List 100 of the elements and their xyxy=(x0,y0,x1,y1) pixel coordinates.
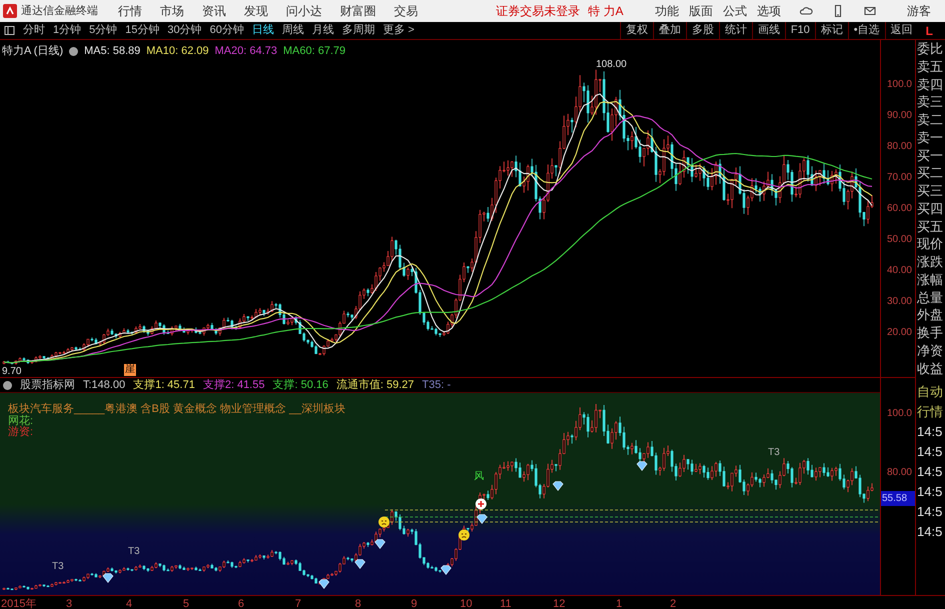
quote-label[interactable]: 总量 xyxy=(916,290,945,306)
quote-label[interactable]: 委比 xyxy=(916,41,945,57)
quote-label[interactable]: 涨跌 xyxy=(916,254,945,270)
time-label: 14:5 xyxy=(916,443,944,461)
axis-label: 5 xyxy=(183,597,190,609)
axis-label: 60.00 xyxy=(886,202,912,216)
menu-item[interactable]: 交易 xyxy=(394,2,418,20)
quote-label[interactable]: 买三 xyxy=(916,183,945,200)
period-tab[interactable]: 周线 xyxy=(278,22,308,39)
axis-label: 30.00 xyxy=(886,295,912,309)
axis-label: 6 xyxy=(238,597,244,609)
axis-label: 3 xyxy=(66,597,72,609)
ma-value: MA10: 62.09 xyxy=(146,44,209,59)
period-tab[interactable]: 月线 xyxy=(308,22,338,39)
quote-label[interactable]: 涨幅 xyxy=(916,272,945,288)
axis-label: 70.00 xyxy=(886,171,912,185)
indicator-value: 支撑1: 45.71 xyxy=(133,378,195,393)
quote-label[interactable]: 买二 xyxy=(916,165,945,182)
indicator-value: T:148.00 xyxy=(83,378,126,393)
period-tab[interactable]: 更多 > xyxy=(379,22,418,39)
quote-label[interactable]: 买五 xyxy=(916,218,945,235)
event-marker: 崖 xyxy=(124,364,136,376)
login-notice[interactable]: 证券交易未登录 xyxy=(496,2,580,20)
quote-label[interactable]: 卖五 xyxy=(916,58,945,75)
axis-label: 10 xyxy=(460,597,472,609)
corner-label: L xyxy=(926,22,933,40)
toolbar-button[interactable]: 标记 xyxy=(814,22,848,39)
chart-tag: T3 xyxy=(52,561,64,572)
side-tab[interactable]: 自动 xyxy=(916,382,945,402)
concept-text: 板块汽车服务_____粤港澳 含B股 黄金概念 物业管理概念 __深圳板块 xyxy=(8,402,346,415)
toolbar-button[interactable]: F10 xyxy=(784,22,815,39)
ma-value: MA5: 58.89 xyxy=(84,44,140,59)
ma-value: MA60: 67.79 xyxy=(283,44,346,59)
chart-tag: T3 xyxy=(768,447,780,458)
quote-label[interactable]: 卖二 xyxy=(916,112,945,128)
chart-tag: T3 xyxy=(128,546,140,557)
axis-label: 1 xyxy=(616,597,622,609)
toolbar-button[interactable]: 多股 xyxy=(686,22,719,39)
menu-item[interactable]: 资讯 xyxy=(202,2,226,20)
toolbar-button[interactable]: •自选 xyxy=(848,22,885,39)
menu-item[interactable]: 问小达 xyxy=(286,2,322,20)
indicator-value: 股票指标网 xyxy=(20,378,75,393)
axis-label: 8 xyxy=(355,597,362,609)
high-price-label: 108.00 xyxy=(596,58,627,72)
time-label: 14:5 xyxy=(916,503,944,521)
time-label: 14:5 xyxy=(916,463,944,481)
menu-item[interactable]: 公式 xyxy=(723,2,747,20)
indicator-value: T35: - xyxy=(422,378,451,393)
period-tab[interactable]: 5分钟 xyxy=(85,22,122,39)
quote-label[interactable]: 卖三 xyxy=(916,94,945,110)
low-price-label: 9.70 xyxy=(2,366,22,377)
menu-item[interactable]: 财富圈 xyxy=(340,2,376,20)
menu-item[interactable]: 选项 xyxy=(757,2,781,20)
quote-label[interactable]: 净资 xyxy=(916,343,945,360)
period-tab[interactable]: 60分钟 xyxy=(206,22,248,39)
time-label: 14:5 xyxy=(916,523,944,541)
axis-label: 4 xyxy=(126,597,132,609)
period-tab[interactable]: 30分钟 xyxy=(164,22,206,39)
axis-label: 100.0 xyxy=(886,407,912,421)
indicator-value: 支撑: 50.16 xyxy=(272,378,328,393)
quote-label[interactable]: 买一 xyxy=(916,148,945,164)
quote-label[interactable]: 现价 xyxy=(916,236,945,252)
period-tab[interactable]: 日线 xyxy=(248,22,278,39)
axis-label: 9 xyxy=(411,597,418,609)
axis-label: 50.00 xyxy=(886,233,912,247)
menu-item[interactable]: 功能 xyxy=(655,2,679,20)
period-tab[interactable]: 1分钟 xyxy=(49,22,86,39)
toolbar-button[interactable]: 画线 xyxy=(752,22,785,39)
quote-label[interactable]: 卖四 xyxy=(916,76,945,93)
quote-label[interactable]: 收益 xyxy=(916,360,945,377)
user-label[interactable]: 游客 xyxy=(907,2,931,20)
menu-item[interactable]: 发现 xyxy=(244,2,268,20)
axis-label: 90.00 xyxy=(886,109,912,123)
toolbar-button[interactable]: 叠加 xyxy=(652,22,686,39)
period-tab[interactable]: 多周期 xyxy=(338,22,379,39)
menu-item[interactable]: 市场 xyxy=(160,2,184,20)
toolbar-button[interactable]: 复权 xyxy=(620,22,653,39)
toolbar-button[interactable]: 返回 xyxy=(884,22,918,39)
quote-label[interactable]: 卖一 xyxy=(916,130,945,146)
axis-label: 11 xyxy=(500,597,512,609)
toolbar-button[interactable]: 统计 xyxy=(718,22,752,39)
axis-label: 2 xyxy=(670,597,676,609)
current-price-label: 55.58 xyxy=(881,491,915,506)
period-tab[interactable]: 分时 xyxy=(19,22,49,39)
quote-label[interactable]: 外盘 xyxy=(916,307,945,324)
indicator-value: 支撑2: 41.55 xyxy=(202,378,265,393)
quote-label[interactable]: 买四 xyxy=(916,200,945,217)
indicator-label: 网花: xyxy=(8,414,34,427)
indicator-value: 流通市值: 59.27 xyxy=(336,378,414,393)
app-title: 通达信金融终端 xyxy=(21,4,98,19)
stock-name: 特 力A xyxy=(588,3,624,20)
time-label: 14:5 xyxy=(916,423,944,441)
menu-item[interactable]: 版面 xyxy=(689,2,713,20)
time-label: 14:5 xyxy=(916,483,944,501)
chart-tag: 风 xyxy=(474,471,484,482)
axis-label: 100.0 xyxy=(886,78,912,92)
quote-label[interactable]: 换手 xyxy=(916,325,945,342)
period-tab[interactable]: 15分钟 xyxy=(121,22,164,39)
side-tab[interactable]: 行情 xyxy=(916,402,945,422)
menu-item[interactable]: 行情 xyxy=(118,2,142,20)
